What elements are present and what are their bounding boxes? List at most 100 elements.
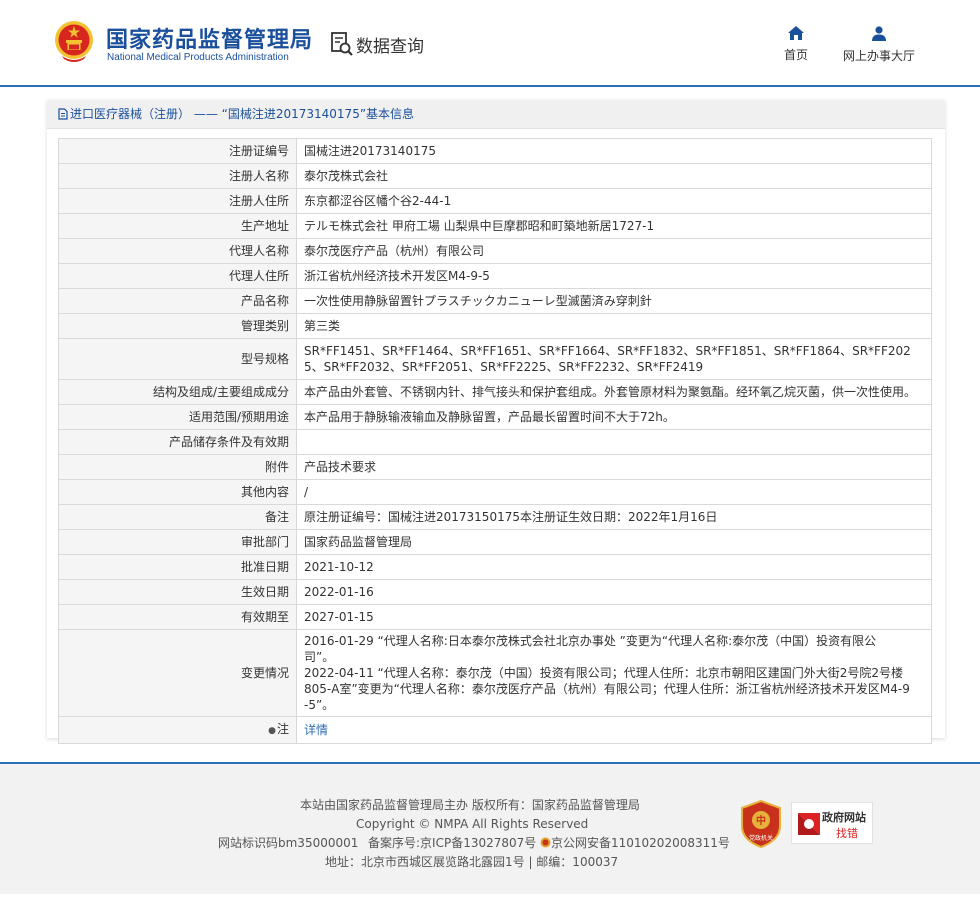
home-icon bbox=[788, 26, 804, 40]
field-label: 产品名称 bbox=[58, 288, 297, 314]
field-value: 本产品用于静脉输液输血及静脉留置，产品最长留置时间不大于72h。 bbox=[296, 404, 932, 430]
table-row: 生产地址 テルモ株式会社 甲府工場 山梨県中巨摩郡昭和町築地新居1727-1 bbox=[58, 213, 932, 239]
field-label: 审批部门 bbox=[58, 529, 297, 555]
nav-online-service-hall[interactable]: 网上办事大厅 bbox=[843, 26, 915, 64]
field-label: 附件 bbox=[58, 454, 297, 480]
site-title: 国家药品监督管理局 bbox=[106, 28, 314, 53]
field-label: 其他内容 bbox=[58, 479, 297, 505]
field-label: 生效日期 bbox=[58, 579, 297, 605]
table-row: 注册人住所 东京都涩谷区幡个谷2-44-1 bbox=[58, 188, 932, 214]
change-entry: 2022-04-11 “代理人名称：泰尔茂（中国）投资有限公司；代理人住所：北京… bbox=[304, 666, 910, 712]
field-value: 泰尔茂医疗产品（杭州）有限公司 bbox=[296, 238, 932, 264]
user-icon bbox=[872, 26, 886, 41]
registration-info-table: 注册证编号 国械注进20173140175 注册人名称 泰尔茂株式会社 注册人住所 东京都… bbox=[58, 138, 932, 744]
svg-text:中: 中 bbox=[756, 814, 766, 827]
field-value: 第三类 bbox=[296, 313, 932, 339]
field-value: 产品技术要求 bbox=[296, 454, 932, 480]
site-footer: 本站由国家药品监督管理局主办 版权所有：国家药品监督管理局 Copyright … bbox=[0, 762, 980, 894]
table-row: 管理类别 第三类 bbox=[58, 313, 932, 339]
table-row: 有效期至 2027-01-15 bbox=[58, 604, 932, 630]
note-label: 注 bbox=[276, 722, 289, 736]
table-row: 型号规格 SR*FF1451、SR*FF1464、SR*FF1651、SR*FF1… bbox=[58, 338, 932, 380]
change-history-value: 2016-01-29 “代理人名称:日本泰尔茂株式会社北京办事处 ”变更为“代理… bbox=[296, 629, 932, 717]
party-government-badge-label: 党政机关 bbox=[749, 834, 773, 842]
field-value: 2022-01-16 bbox=[296, 579, 932, 605]
footer-police-record[interactable]: 京公网安备11010202008311号 bbox=[540, 834, 730, 853]
gov-website-report-badge[interactable]: 政府网站 找错 bbox=[791, 802, 873, 844]
footer-sponsor: 本站由国家药品监督管理局主办 版权所有：国家药品监督管理局 bbox=[300, 798, 640, 812]
field-value: 本产品由外套管、不锈钢内针、排气接头和保护套组成。外套管原材料为聚氨酯。经环氧乙… bbox=[296, 379, 932, 405]
note-label-cell: ●注 bbox=[58, 716, 297, 744]
field-value bbox=[296, 429, 932, 455]
footer-address: 地址：北京市西城区展览路北露园1号 | 邮编：100037 bbox=[325, 855, 619, 869]
detail-panel: 进口医疗器械（注册） —— “国械注进20173140175”基本信息 注册证编… bbox=[47, 100, 945, 744]
footer-copyright: Copyright © NMPA All Rights Reserved bbox=[356, 817, 589, 831]
national-emblem-icon bbox=[55, 21, 93, 62]
field-label: 注册人住所 bbox=[58, 188, 297, 214]
field-value: 浙江省杭州经济技术开发区M4-9-5 bbox=[296, 263, 932, 289]
field-label: 注册证编号 bbox=[58, 138, 297, 164]
party-government-badge[interactable]: 中 党政机关 bbox=[740, 800, 782, 848]
details-link[interactable]: 详情 bbox=[296, 716, 932, 744]
table-row: 代理人名称 泰尔茂医疗产品（杭州）有限公司 bbox=[58, 238, 932, 264]
field-label: 批准日期 bbox=[58, 554, 297, 580]
site-subtitle: National Medical Products Administration bbox=[107, 52, 289, 63]
panel-title-text: 进口医疗器械（注册） —— “国械注进20173140175”基本信息 bbox=[70, 107, 415, 121]
data-query-label: 数据查询 bbox=[356, 36, 424, 57]
table-row-note: ●注 详情 bbox=[58, 716, 932, 744]
table-row: 代理人住所 浙江省杭州经济技术开发区M4-9-5 bbox=[58, 263, 932, 289]
data-query-link[interactable]: 数据查询 bbox=[330, 30, 424, 58]
change-entry: 2016-01-29 “代理人名称:日本泰尔茂株式会社北京办事处 ”变更为“代理… bbox=[304, 634, 877, 664]
field-label: 注册人名称 bbox=[58, 163, 297, 189]
field-value: 2027-01-15 bbox=[296, 604, 932, 630]
footer-site-id: 网站标识码bm35000001 bbox=[218, 836, 359, 850]
table-row: 产品名称 一次性使用静脉留置针プラスチックカニューレ型滅菌済み穿刺針 bbox=[58, 288, 932, 314]
field-label: 结构及组成/主要组成成分 bbox=[58, 379, 297, 405]
table-row: 适用范围/预期用途 本产品用于静脉输液输血及静脉留置，产品最长留置时间不大于72h… bbox=[58, 404, 932, 430]
field-value: 国械注进20173140175 bbox=[296, 138, 932, 164]
field-label: 产品储存条件及有效期 bbox=[58, 429, 297, 455]
table-row: 其他内容 / bbox=[58, 479, 932, 505]
field-label: 代理人名称 bbox=[58, 238, 297, 264]
table-row: 结构及组成/主要组成成分 本产品由外套管、不锈钢内针、排气接头和保护套组成。外套管… bbox=[58, 379, 932, 405]
bottom-strip bbox=[0, 896, 980, 922]
site-header: 国家药品监督管理局 National Medical Products Admi… bbox=[0, 0, 980, 86]
footer-icp-link[interactable]: 备案序号:京ICP备13027807号 bbox=[368, 834, 536, 853]
table-row: 审批部门 国家药品监督管理局 bbox=[58, 529, 932, 555]
nav-home[interactable]: 首页 bbox=[784, 26, 808, 63]
gov-website-label: 政府网站 bbox=[822, 811, 866, 824]
field-label: 有效期至 bbox=[58, 604, 297, 630]
field-value: 一次性使用静脉留置针プラスチックカニューレ型滅菌済み穿刺針 bbox=[296, 288, 932, 314]
footer-police-record-text: 京公网安备11010202008311号 bbox=[551, 836, 730, 850]
field-value: SR*FF1451、SR*FF1464、SR*FF1651、SR*FF1664、… bbox=[296, 338, 932, 380]
table-row: 附件 产品技术要求 bbox=[58, 454, 932, 480]
table-row: 备注 原注册证编号：国械注进20173150175本注册证生效日期：2022年1月… bbox=[58, 504, 932, 530]
field-label: 生产地址 bbox=[58, 213, 297, 239]
field-label: 适用范围/预期用途 bbox=[58, 404, 297, 430]
field-label: 代理人住所 bbox=[58, 263, 297, 289]
nav-home-label: 首页 bbox=[784, 48, 809, 62]
document-icon bbox=[58, 107, 68, 120]
field-value: / bbox=[296, 479, 932, 505]
document-search-icon bbox=[331, 32, 353, 56]
table-row: 注册人名称 泰尔茂株式会社 bbox=[58, 163, 932, 189]
field-label: 管理类别 bbox=[58, 313, 297, 339]
panel-title: 进口医疗器械（注册） —— “国械注进20173140175”基本信息 bbox=[47, 100, 945, 129]
table-row: 批准日期 2021-10-12 bbox=[58, 554, 932, 580]
report-error-icon bbox=[798, 813, 820, 835]
table-row: 产品储存条件及有效期 bbox=[58, 429, 932, 455]
table-row-change-history: 变更情况 2016-01-29 “代理人名称:日本泰尔茂株式会社北京办事处 ”变更… bbox=[58, 629, 932, 717]
bulb-icon: ● bbox=[268, 726, 276, 736]
field-value: 国家药品监督管理局 bbox=[296, 529, 932, 555]
field-label: 备注 bbox=[58, 504, 297, 530]
field-label: 变更情况 bbox=[58, 629, 297, 717]
field-value: 2021-10-12 bbox=[296, 554, 932, 580]
nav-online-service-hall-label: 网上办事大厅 bbox=[843, 49, 916, 63]
table-row: 注册证编号 国械注进20173140175 bbox=[58, 138, 932, 164]
field-label: 型号规格 bbox=[58, 338, 297, 380]
field-value: 原注册证编号：国械注进20173150175本注册证生效日期：2022年1月16… bbox=[296, 504, 932, 530]
field-value: 东京都涩谷区幡个谷2-44-1 bbox=[296, 188, 932, 214]
header-divider bbox=[0, 85, 980, 87]
police-badge-icon bbox=[540, 837, 551, 848]
field-value: テルモ株式会社 甲府工場 山梨県中巨摩郡昭和町築地新居1727-1 bbox=[296, 213, 932, 239]
